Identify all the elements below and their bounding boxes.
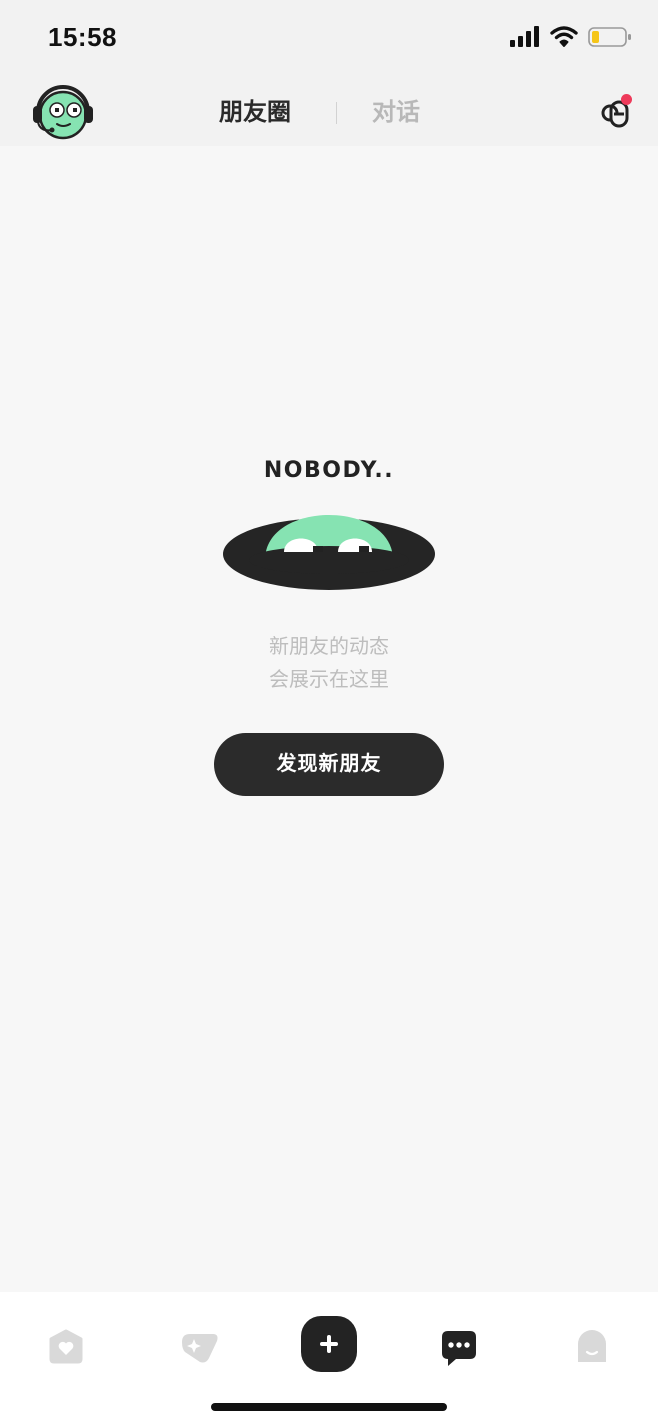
tabbar-item-profile[interactable] <box>567 1322 617 1372</box>
chat-icon <box>442 1331 476 1366</box>
profile-icon <box>578 1330 606 1362</box>
heart-home-icon <box>49 1329 83 1364</box>
peeking-creature-illustration <box>223 515 435 590</box>
status-time: 15:58 <box>48 22 117 52</box>
empty-description-line2: 会展示在这里 <box>269 667 389 691</box>
sparkle-tag-icon <box>182 1334 218 1363</box>
discover-friends-button[interactable]: 发现新朋友 <box>214 733 444 796</box>
tabbar-item-home[interactable] <box>41 1322 91 1372</box>
battery-icon <box>588 27 631 47</box>
tabbar-item-messages[interactable] <box>434 1322 484 1372</box>
notification-dot <box>621 94 632 105</box>
empty-state: NOBODY.. 新朋友的动态 会展示在这里 发现新朋友 <box>0 146 658 1292</box>
status-icons <box>510 26 632 48</box>
tabbar-item-discover[interactable] <box>173 1322 223 1372</box>
top-tabs: 朋友圈 对话 <box>0 92 658 132</box>
tabbar-item-add[interactable] <box>301 1316 357 1372</box>
empty-description-line1: 新朋友的动态 <box>269 634 389 658</box>
empty-title: NOBODY.. <box>263 458 395 483</box>
home-indicator <box>211 1403 447 1411</box>
tab-divider <box>336 102 337 124</box>
top-nav: 朋友圈 对话 <box>0 78 658 146</box>
status-bar: 15:58 <box>0 0 658 78</box>
tab-chat[interactable]: 对话 <box>372 92 420 132</box>
wifi-icon <box>550 26 578 47</box>
plus-icon <box>301 1316 357 1372</box>
signal-icon <box>510 26 539 47</box>
tab-moments[interactable]: 朋友圈 <box>219 92 291 132</box>
friends-button[interactable] <box>594 92 634 132</box>
